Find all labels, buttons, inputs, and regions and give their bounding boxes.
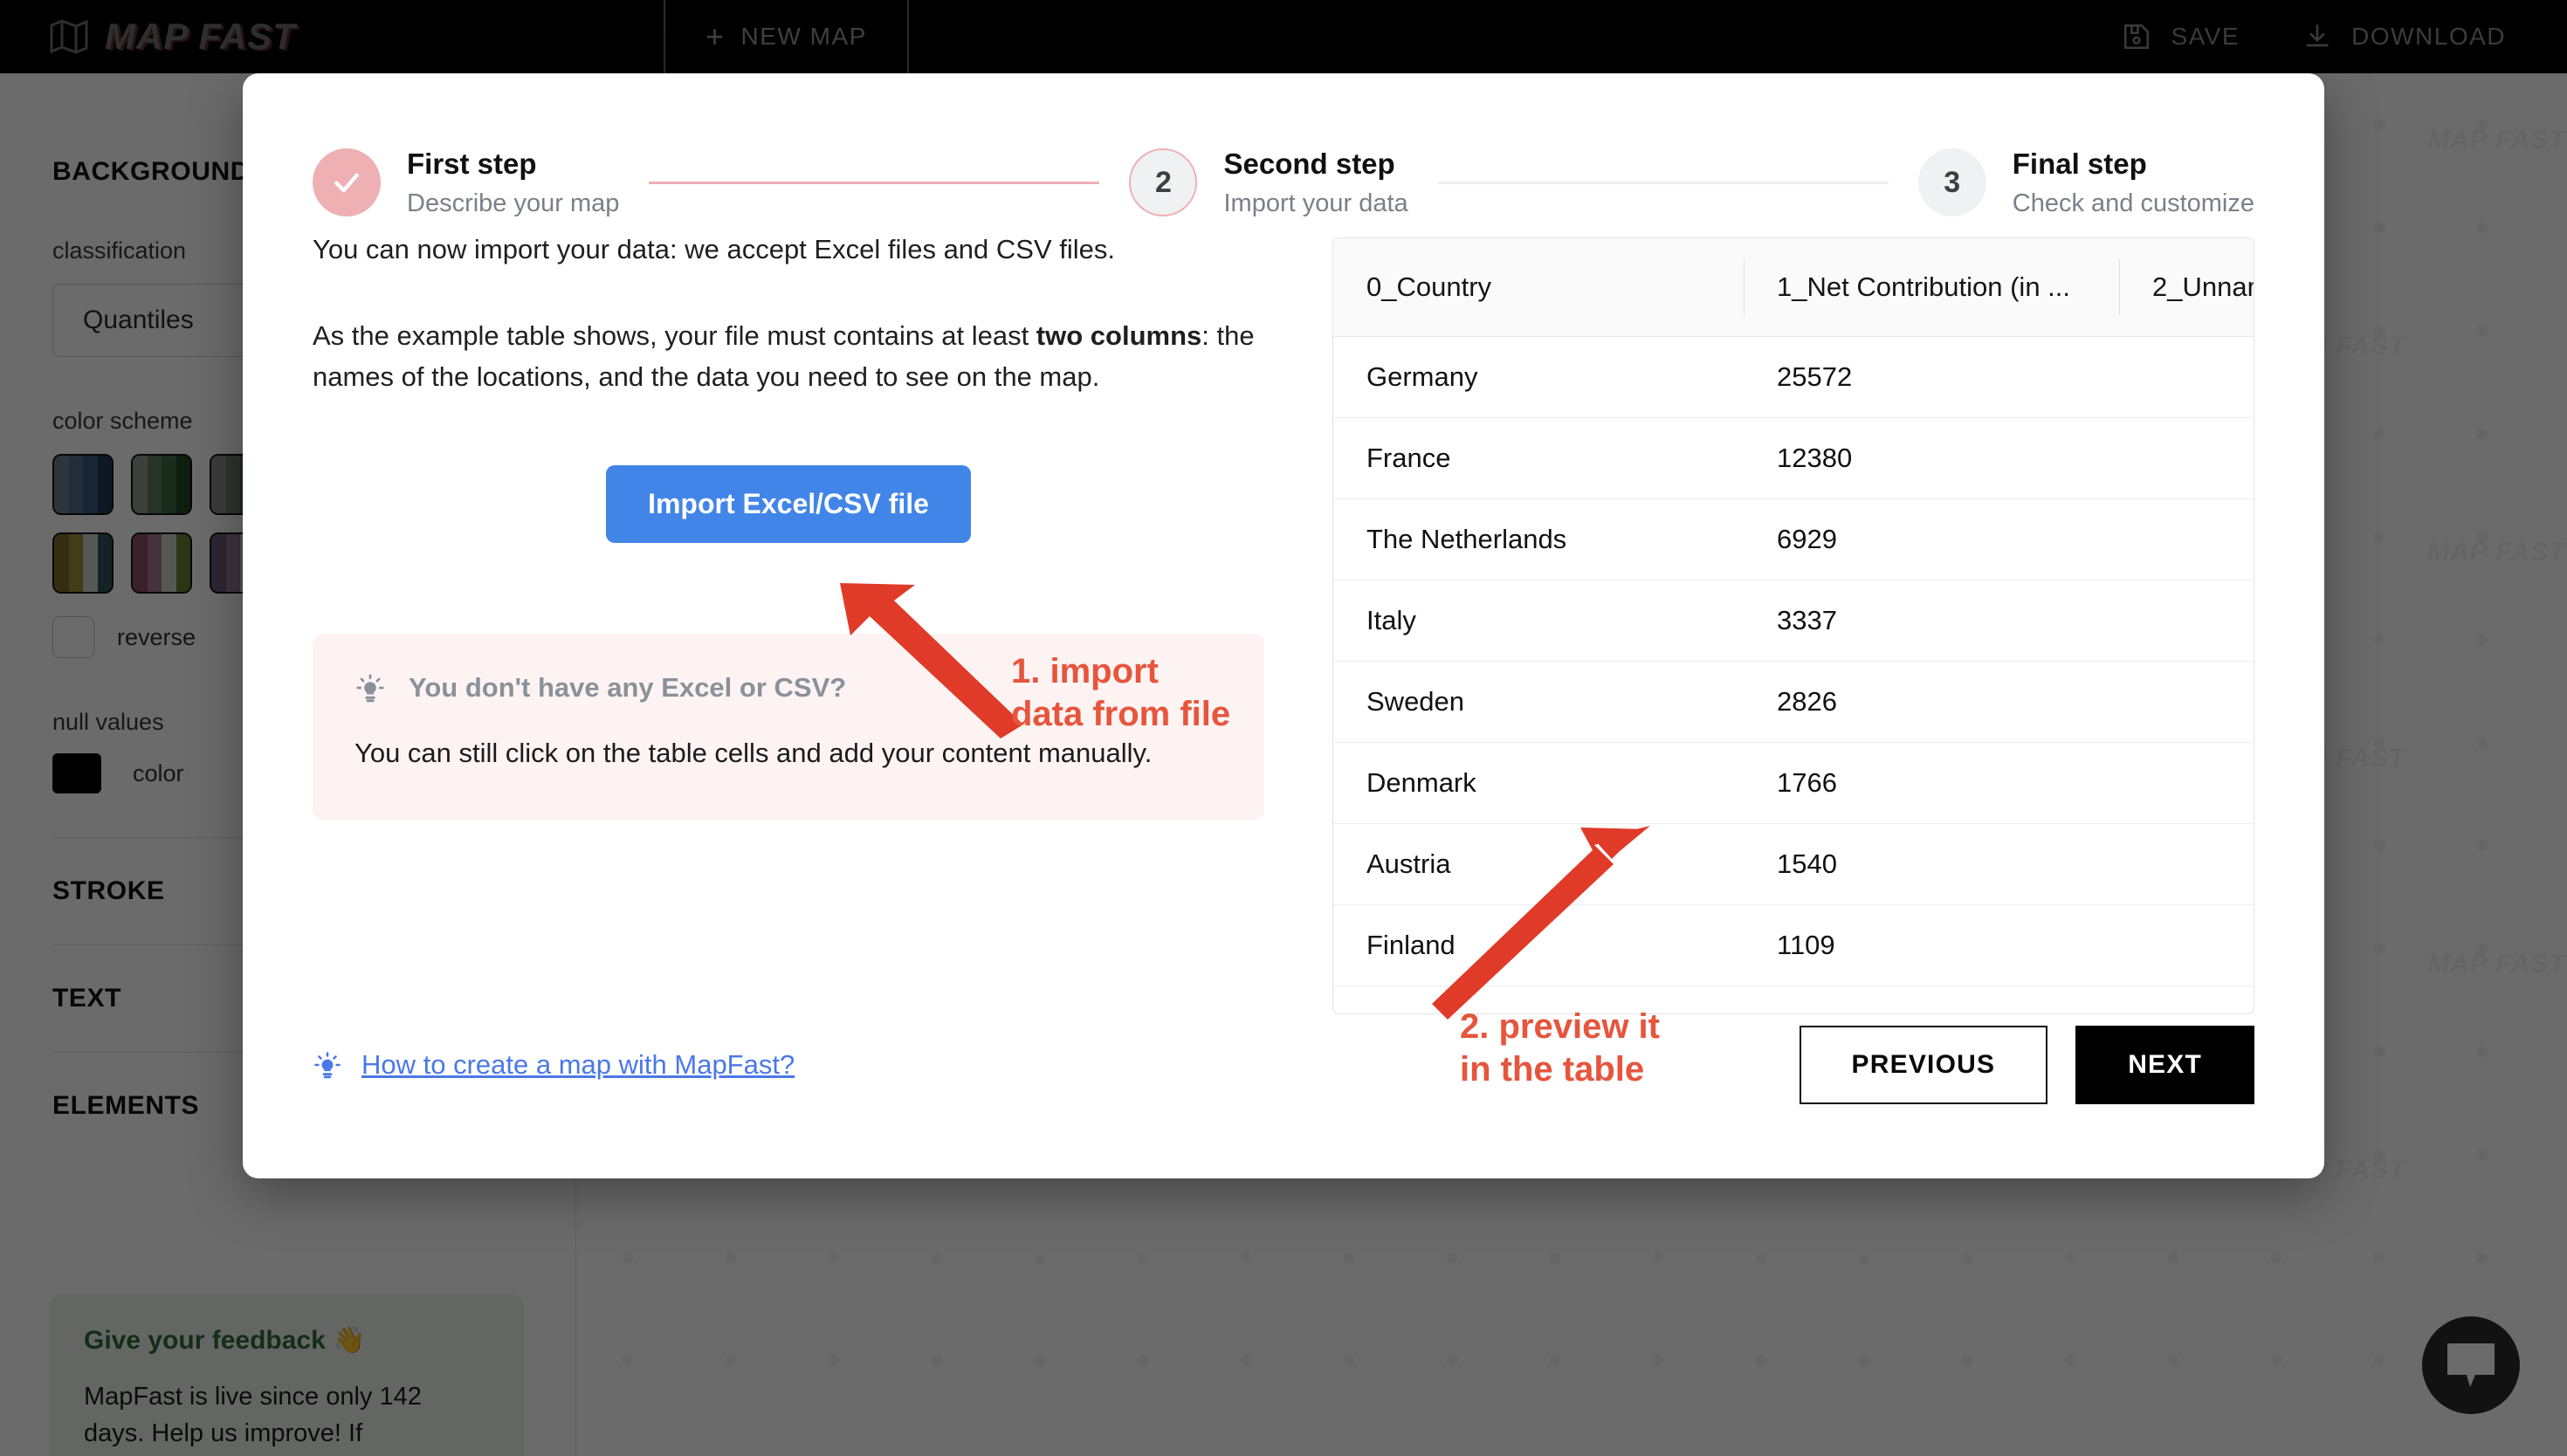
step-2-subtitle: Import your data [1223,189,1408,217]
table-cell[interactable]: 12380 [1744,417,2119,499]
table-cell[interactable]: 1766 [1744,742,2119,824]
step-final[interactable]: 3 Final step Check and customize [1917,146,2254,219]
table-cell[interactable]: 1540 [1744,823,2119,905]
table-row[interactable]: Italy 3337 [1333,580,2254,662]
table-cell[interactable]: Denmark [1333,742,1744,824]
column-header-net-contribution[interactable]: 1_Net Contribution (in ... [1744,238,2119,337]
how-to-link[interactable]: How to create a map with MapFast? [313,1049,795,1081]
lightbulb-icon [356,674,384,703]
table-cell[interactable] [2119,498,2254,580]
how-to-link-label: How to create a map with MapFast? [361,1049,795,1080]
table-cell[interactable]: Germany [1333,336,1744,418]
column-header-country[interactable]: 0_Country [1333,238,1744,337]
check-icon [334,173,359,193]
step-1-subtitle: Describe your map [407,189,620,217]
table-cell[interactable]: France [1333,417,1744,499]
table-row[interactable]: Germany 25572 [1333,336,2254,418]
step-1-badge [313,148,381,216]
step-connector-1 [649,181,1100,184]
step-second[interactable]: 2 Second step Import your data [1129,146,1408,219]
column-header-unnamed[interactable]: 2_Unnamed: 2 [2119,238,2254,337]
table-cell[interactable] [2119,580,2254,662]
table-cell[interactable] [2119,823,2254,905]
step-3-title: Final step [2012,148,2147,181]
import-data-modal: First step Describe your map 2 Second st… [243,73,2324,1178]
previous-button[interactable]: PREVIOUS [1799,1026,2048,1104]
table-cell[interactable]: 6929 [1744,498,2119,580]
import-excel-csv-button[interactable]: Import Excel/CSV file [606,465,971,544]
table-row[interactable]: France 12380 [1333,417,2254,499]
table-cell[interactable]: 3337 [1744,580,2119,662]
annotation-import-label: 1. import data from file [1011,652,1231,733]
modal-footer: How to create a map with MapFast? PREVIO… [243,986,2324,1178]
wizard-stepper: First step Describe your map 2 Second st… [243,73,2324,229]
table-row[interactable]: The Netherlands 6929 [1333,498,2254,580]
table-cell[interactable]: 2826 [1744,661,2119,743]
next-button[interactable]: NEXT [2075,1026,2254,1104]
table-cell[interactable]: The Netherlands [1333,498,1744,580]
table-cell[interactable]: Sweden [1333,661,1744,743]
lightbulb-icon [314,1052,341,1079]
intro-paragraph: You can now import your data: we accept … [313,234,1115,264]
table-row[interactable]: Sweden 2826 [1333,661,2254,743]
table-cell[interactable] [2119,986,2254,1013]
table-cell[interactable] [2119,661,2254,743]
requirements-paragraph: As the example table shows, your file mu… [313,315,1264,397]
table-cell[interactable] [2119,904,2254,986]
requirements-text-a: As the example table shows, your file mu… [313,320,1036,352]
footer-buttons: PREVIOUS NEXT [1799,1026,2254,1104]
step-3-badge: 3 [1917,148,1986,216]
step-first[interactable]: First step Describe your map [313,146,619,219]
annotation-preview-label: 2. preview it in the table [1460,1007,1660,1089]
table-cell[interactable]: 703 [1744,986,2119,1013]
modal-body: You can now import your data: we accept … [243,229,2324,1014]
table-row[interactable]: Denmark 1766 [1333,742,2254,824]
step-2-badge: 2 [1129,148,1198,216]
table-cell[interactable]: 1109 [1744,904,2119,986]
step-2-title: Second step [1223,148,1395,181]
step-1-title: First step [407,148,537,181]
step-3-subtitle: Check and customize [2012,189,2254,217]
table-cell[interactable]: 25572 [1744,336,2119,418]
preview-table-head: 0_Country 1_Net Contribution (in ... 2_U… [1333,238,2254,337]
requirements-emphasis: two columns [1036,320,1202,352]
table-cell[interactable] [2119,742,2254,824]
step-connector-2 [1437,181,1889,184]
tip-title: You don't have any Excel or CSV? [409,672,847,704]
table-cell[interactable] [2119,336,2254,418]
table-cell[interactable] [2119,417,2254,499]
table-cell[interactable]: Italy [1333,580,1744,662]
table-header-row: 0_Country 1_Net Contribution (in ... 2_U… [1333,238,2254,337]
